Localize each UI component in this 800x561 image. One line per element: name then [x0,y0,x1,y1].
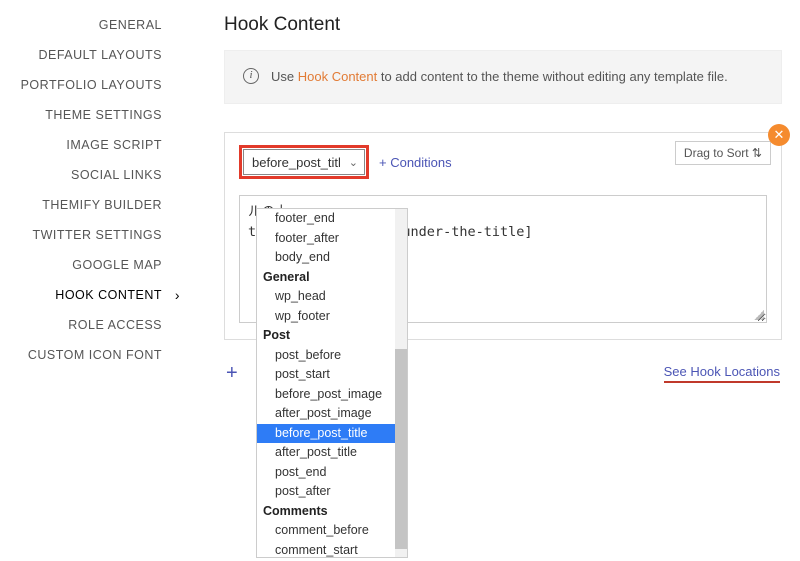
dropdown-option[interactable]: wp_head [257,287,407,307]
conditions-button[interactable]: + Conditions [379,155,452,170]
sidebar-item-default-layouts[interactable]: DEFAULT LAYOUTS [0,40,184,70]
info-text: Use Hook Content to add content to the t… [271,67,728,87]
hook-select-highlight: before_post_titl ⌄ [239,145,369,179]
info-link[interactable]: Hook Content [298,69,378,84]
dropdown-option[interactable]: body_end [257,248,407,268]
dropdown-option[interactable]: comment_start [257,541,407,559]
scrollbar-thumb[interactable] [395,349,407,549]
sidebar-item-role-access[interactable]: ROLE ACCESS [0,310,184,340]
dropdown-group: General [257,268,407,288]
dropdown-option[interactable]: post_after [257,482,407,502]
dropdown-option[interactable]: wp_footer [257,307,407,327]
sidebar-item-general[interactable]: GENERAL [0,10,184,40]
sidebar-item-image-script[interactable]: IMAGE SCRIPT [0,130,184,160]
sidebar-item-theme-settings[interactable]: THEME SETTINGS [0,100,184,130]
dropdown-group: Post [257,326,407,346]
sidebar-item-social-links[interactable]: SOCIAL LINKS [0,160,184,190]
hook-location-select[interactable]: before_post_titl ⌄ [243,149,365,175]
close-icon[interactable]: ✕ [768,124,790,146]
info-prefix: Use [271,69,298,84]
see-hook-locations-link[interactable]: See Hook Locations [664,364,780,383]
sidebar-item-hook-content[interactable]: HOOK CONTENT › [0,280,184,310]
chevron-right-icon: › [175,287,180,303]
hook-location-dropdown[interactable]: ▲ footer_endfooter_afterbody_endGeneralw… [256,208,408,558]
info-box: i Use Hook Content to add content to the… [224,50,782,104]
sidebar-item-label: HOOK CONTENT [55,288,162,302]
dropdown-option[interactable]: before_post_title [257,424,407,444]
dropdown-option[interactable]: post_start [257,365,407,385]
sidebar-item-google-map[interactable]: GOOGLE MAP [0,250,184,280]
sidebar-item-twitter-settings[interactable]: TWITTER SETTINGS [0,220,184,250]
info-icon: i [243,68,259,84]
add-hook-button[interactable]: + [226,362,238,385]
dropdown-option[interactable]: before_post_image [257,385,407,405]
sidebar: GENERAL DEFAULT LAYOUTS PORTFOLIO LAYOUT… [0,0,184,395]
dropdown-group: Comments [257,502,407,522]
dropdown-option[interactable]: comment_before [257,521,407,541]
dropdown-option[interactable]: after_post_title [257,443,407,463]
dropdown-option[interactable]: after_post_image [257,404,407,424]
hook-select-value: before_post_titl [252,155,342,170]
sidebar-item-themify-builder[interactable]: THEMIFY BUILDER [0,190,184,220]
chevron-down-icon: ⌄ [349,156,358,169]
sidebar-item-custom-icon-font[interactable]: CUSTOM ICON FONT [0,340,184,370]
dropdown-option[interactable]: post_before [257,346,407,366]
dropdown-option[interactable]: footer_end [257,209,407,229]
dropdown-option[interactable]: footer_after [257,229,407,249]
page-title: Hook Content [224,14,782,36]
dropdown-option[interactable]: post_end [257,463,407,483]
info-suffix: to add content to the theme without edit… [377,69,728,84]
sidebar-item-portfolio-layouts[interactable]: PORTFOLIO LAYOUTS [0,70,184,100]
drag-to-sort-button[interactable]: Drag to Sort ⇅ [675,141,771,165]
